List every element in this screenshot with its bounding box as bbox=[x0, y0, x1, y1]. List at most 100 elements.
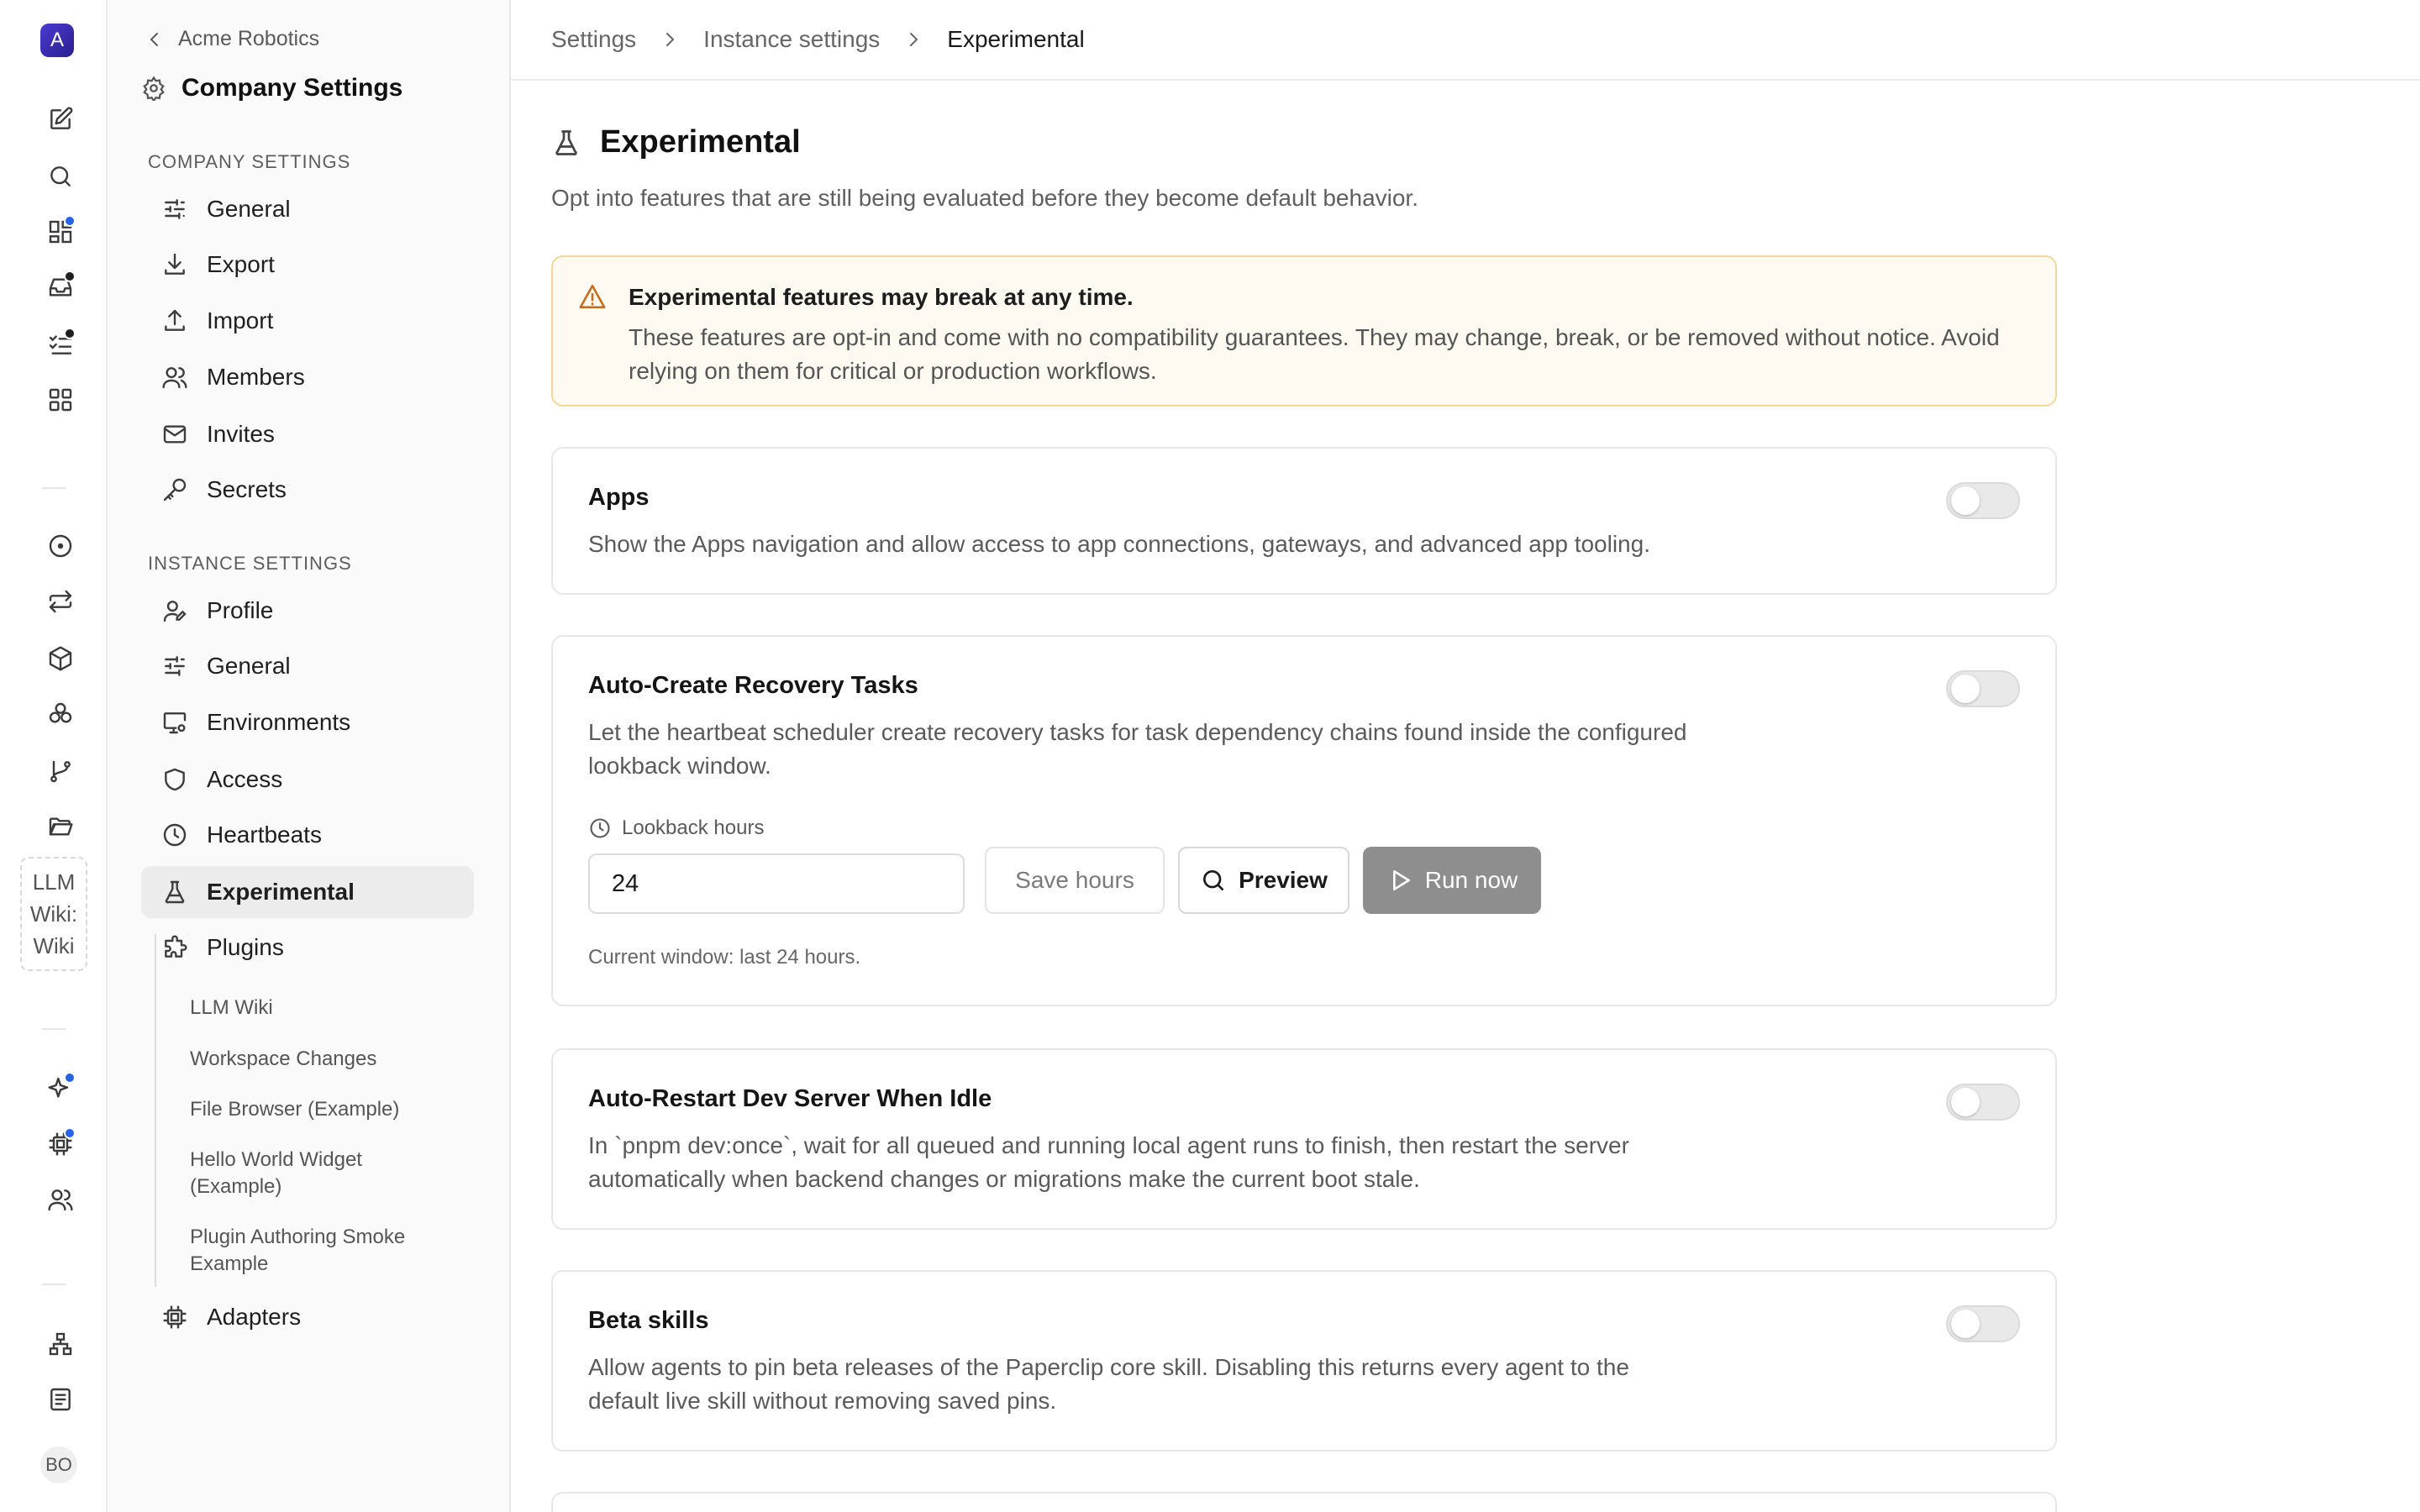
mail-icon bbox=[163, 425, 187, 444]
llm-wiki-line: Wiki: bbox=[29, 901, 78, 927]
notification-badge bbox=[64, 1072, 76, 1084]
plugin-item-hello-world-widget[interactable]: Hello World Widget (Example) bbox=[190, 1147, 408, 1200]
skills-icon[interactable] bbox=[40, 694, 81, 734]
warning-title: Experimental features may break at any t… bbox=[629, 284, 1134, 310]
gear-icon bbox=[143, 76, 165, 101]
lookback-label-text: Lookback hours bbox=[622, 816, 765, 839]
rail-divider bbox=[42, 487, 66, 489]
chevron-right-icon bbox=[910, 33, 918, 46]
plugins-tree-line bbox=[155, 934, 156, 1287]
apps-grid-icon[interactable] bbox=[40, 380, 81, 420]
plugin-item-authoring-smoke[interactable]: Plugin Authoring Smoke Example bbox=[190, 1224, 442, 1278]
key-icon bbox=[163, 478, 187, 501]
current-window-text: Current window: last 24 hours. bbox=[588, 946, 861, 969]
puzzle-icon bbox=[165, 935, 187, 958]
notification-badge bbox=[64, 215, 76, 227]
feature-card-apps: Apps Show the Apps navigation and allow … bbox=[551, 447, 2057, 595]
search-icon[interactable] bbox=[40, 156, 81, 197]
icon-rail: A LLM Wiki: Wiki BO bbox=[0, 0, 108, 1512]
sidebar-item-heartbeats[interactable]: Heartbeats bbox=[141, 809, 474, 861]
chevron-left-icon bbox=[150, 32, 158, 46]
sidebar-item-label: Experimental bbox=[207, 879, 355, 905]
sparkles-icon[interactable] bbox=[40, 1068, 81, 1109]
team-icon[interactable] bbox=[40, 1179, 81, 1220]
new-issue-icon[interactable] bbox=[40, 99, 81, 139]
sidebar-item-members[interactable]: Members bbox=[141, 351, 474, 403]
user-avatar[interactable]: BO bbox=[40, 1446, 77, 1483]
rail-divider bbox=[42, 1028, 66, 1030]
folder-icon[interactable] bbox=[40, 806, 81, 847]
lookback-hours-input[interactable] bbox=[588, 853, 965, 914]
llm-wiki-line: Wiki bbox=[33, 933, 75, 958]
feature-title: Beta skills bbox=[588, 1307, 709, 1334]
breadcrumb-current: Experimental bbox=[947, 26, 1085, 52]
sidebar-item-instance-general[interactable]: General bbox=[141, 640, 474, 692]
sidebar-item-label: Members bbox=[207, 364, 305, 390]
notification-badge bbox=[64, 328, 76, 339]
recovery-tasks-toggle[interactable] bbox=[1946, 670, 2020, 707]
auto-restart-toggle[interactable] bbox=[1946, 1084, 2020, 1121]
sidebar-item-label: Heartbeats bbox=[207, 822, 322, 848]
sidebar-item-experimental[interactable]: Experimental bbox=[141, 866, 474, 918]
save-hours-button[interactable]: Save hours bbox=[985, 847, 1165, 914]
plugin-item-workspace-changes[interactable]: Workspace Changes bbox=[190, 1046, 459, 1073]
preview-label: Preview bbox=[1239, 867, 1328, 893]
package-icon[interactable] bbox=[40, 638, 81, 679]
beta-skills-toggle[interactable] bbox=[1946, 1305, 2020, 1342]
breadcrumb-settings[interactable]: Settings bbox=[551, 26, 636, 53]
sidebar-item-access[interactable]: Access bbox=[141, 753, 474, 806]
sidebar-item-label: General bbox=[207, 653, 291, 679]
sidebar-item-label: Access bbox=[207, 766, 283, 792]
tasks-icon[interactable] bbox=[40, 324, 81, 365]
section-label-company: COMPANY SETTINGS bbox=[148, 151, 351, 172]
sidebar-item-environments[interactable]: Environments bbox=[141, 696, 474, 748]
plugin-item-file-browser[interactable]: File Browser (Example) bbox=[190, 1096, 459, 1123]
run-now-button[interactable]: Run now bbox=[1363, 847, 1541, 914]
company-logo[interactable]: A bbox=[40, 24, 74, 57]
sidebar-item-plugins[interactable]: Plugins bbox=[141, 921, 474, 974]
feature-description: Let the heartbeat scheduler create recov… bbox=[588, 719, 1687, 779]
breadcrumb-instance-settings[interactable]: Instance settings bbox=[703, 26, 880, 53]
git-branch-icon[interactable] bbox=[40, 751, 81, 791]
feature-card-next bbox=[551, 1492, 2057, 1512]
feature-title: Auto-Restart Dev Server When Idle bbox=[588, 1085, 992, 1112]
back-link-label: Acme Robotics bbox=[178, 27, 320, 50]
notification-badge bbox=[64, 270, 76, 282]
dashboard-icon[interactable] bbox=[40, 212, 81, 252]
save-hours-label: Save hours bbox=[1015, 867, 1134, 893]
apps-toggle[interactable] bbox=[1946, 482, 2020, 519]
goals-icon[interactable] bbox=[40, 526, 81, 566]
page-description: Opt into features that are still being e… bbox=[551, 185, 1418, 211]
feature-card-recovery-tasks: Auto-Create Recovery Tasks Let the heart… bbox=[551, 635, 2057, 1006]
warning-triangle-icon bbox=[579, 284, 606, 309]
inbox-icon[interactable] bbox=[40, 267, 81, 307]
org-chart-icon[interactable] bbox=[40, 1324, 81, 1364]
sidebar-item-label: Export bbox=[207, 251, 275, 277]
sidebar-item-export[interactable]: Export bbox=[141, 239, 474, 291]
chip-icon[interactable] bbox=[40, 1124, 81, 1164]
llm-wiki-shortcut[interactable]: LLM Wiki: Wiki bbox=[20, 857, 87, 971]
sidebar-item-import[interactable]: Import bbox=[141, 295, 474, 347]
plugin-item-llm-wiki[interactable]: LLM Wiki bbox=[190, 995, 459, 1021]
sidebar-item-general[interactable]: General bbox=[141, 183, 474, 235]
llm-wiki-line: LLM bbox=[32, 869, 76, 895]
lookback-label: Lookback hours bbox=[588, 816, 764, 840]
sidebar-item-secrets[interactable]: Secrets bbox=[141, 464, 474, 516]
page-title-label: Experimental bbox=[600, 124, 801, 160]
sidebar-item-invites[interactable]: Invites bbox=[141, 408, 474, 460]
sidebar-item-profile[interactable]: Profile bbox=[141, 585, 474, 637]
monitor-cog-icon bbox=[163, 712, 187, 734]
play-icon bbox=[1392, 870, 1410, 890]
back-link[interactable]: Acme Robotics bbox=[145, 27, 319, 51]
flask-icon bbox=[555, 129, 577, 155]
chip-icon bbox=[163, 1305, 187, 1329]
shield-icon bbox=[165, 768, 185, 791]
feature-title: Apps bbox=[588, 484, 650, 511]
docs-icon[interactable] bbox=[40, 1379, 81, 1420]
sidebar-item-adapters[interactable]: Adapters bbox=[141, 1291, 474, 1343]
sidebar-title: Company Settings bbox=[141, 74, 402, 102]
preview-button[interactable]: Preview bbox=[1178, 847, 1349, 914]
warning-body: These features are opt-in and come with … bbox=[629, 324, 2000, 384]
feature-description: Show the Apps navigation and allow acces… bbox=[588, 531, 1650, 557]
routines-icon[interactable] bbox=[40, 581, 81, 622]
